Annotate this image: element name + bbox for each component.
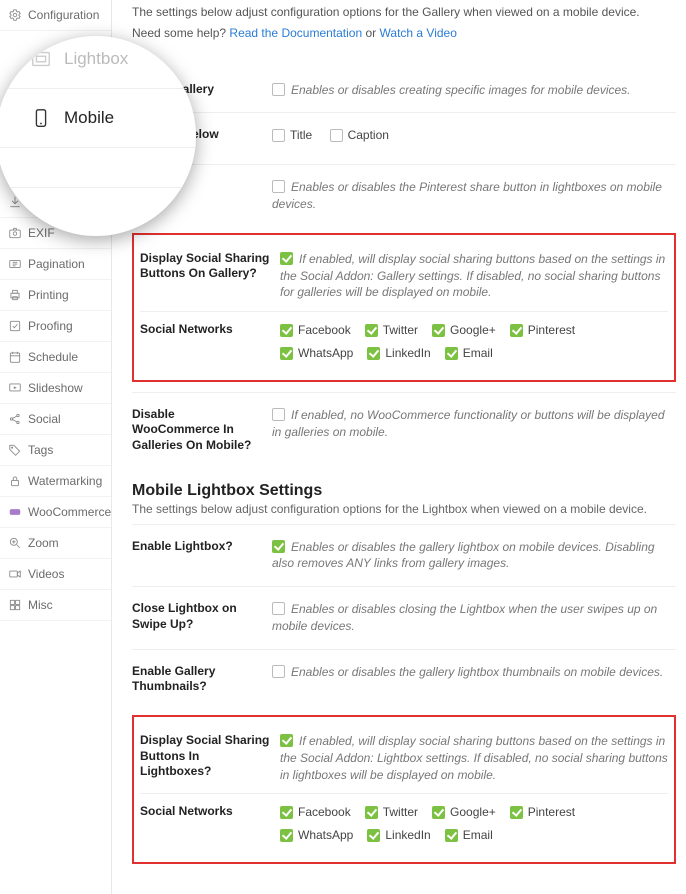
checkbox-mobile-gallery[interactable] bbox=[272, 83, 285, 96]
sidebar-item-pagination[interactable]: Pagination bbox=[0, 249, 111, 280]
proofing-icon bbox=[8, 319, 22, 333]
label-social-lightbox: Display Social Sharing Buttons In Lightb… bbox=[140, 733, 280, 783]
calendar-icon bbox=[8, 350, 22, 364]
checkbox-social-gallery[interactable] bbox=[280, 252, 293, 265]
checkbox-social-lightbox[interactable] bbox=[280, 734, 293, 747]
checkbox-facebook[interactable] bbox=[280, 806, 293, 819]
row-mobile-gallery: Mobile Gallery Enables or disables creat… bbox=[132, 68, 676, 113]
network-twitter[interactable]: Twitter bbox=[365, 322, 418, 339]
sidebar-item-tags[interactable]: Tags bbox=[0, 435, 111, 466]
slideshow-icon bbox=[8, 381, 22, 395]
checkbox-twitter[interactable] bbox=[365, 324, 378, 337]
checkbox-caption[interactable] bbox=[330, 129, 343, 142]
checkbox-enable-lightbox[interactable] bbox=[272, 540, 285, 553]
sidebar-item-printing[interactable]: Printing bbox=[0, 280, 111, 311]
label-social-gallery: Display Social Sharing Buttons On Galler… bbox=[140, 251, 280, 301]
settings-main: The settings below adjust configuration … bbox=[112, 0, 686, 894]
label-enable-lightbox: Enable Lightbox? bbox=[132, 539, 272, 573]
row-social-lightbox: Display Social Sharing Buttons In Lightb… bbox=[140, 723, 668, 793]
sidebar-item-videos[interactable]: Videos bbox=[0, 559, 111, 590]
checkbox-twitter[interactable] bbox=[365, 806, 378, 819]
row-enable-lightbox: Enable Lightbox? Enables or disables the… bbox=[132, 524, 676, 587]
sidebar-item-social[interactable]: Social bbox=[0, 404, 111, 435]
checkbox-facebook[interactable] bbox=[280, 324, 293, 337]
highlighted-lightbox-social: Display Social Sharing Buttons In Lightb… bbox=[132, 715, 676, 864]
row-close-swipe: Close Lightbox on Swipe Up? Enables or d… bbox=[132, 586, 676, 649]
label-social-networks-2: Social Networks bbox=[140, 804, 280, 850]
video-icon bbox=[8, 567, 22, 581]
sidebar-item-woocommerce[interactable]: WooCommerce bbox=[0, 497, 111, 528]
row-disable-woo: Disable WooCommerce In Galleries On Mobi… bbox=[132, 392, 676, 468]
network-whatsapp[interactable]: WhatsApp bbox=[280, 827, 353, 844]
woocommerce-icon bbox=[8, 505, 22, 519]
magnifier-callout: Lightbox Mobile bbox=[0, 36, 196, 236]
checkbox-whatsapp[interactable] bbox=[280, 829, 293, 842]
sidebar-item-schedule[interactable]: Schedule bbox=[0, 342, 111, 373]
checkbox-linkedin[interactable] bbox=[367, 829, 380, 842]
sidebar-item-slideshow[interactable]: Slideshow bbox=[0, 373, 111, 404]
row-pinterest: interest? Enables or disables the Pinter… bbox=[132, 164, 676, 227]
network-pinterest[interactable]: Pinterest bbox=[510, 804, 575, 821]
gear-icon bbox=[8, 8, 22, 22]
checkbox-title[interactable] bbox=[272, 129, 285, 142]
printer-icon bbox=[8, 288, 22, 302]
misc-icon bbox=[8, 598, 22, 612]
checkbox-pinterest[interactable] bbox=[510, 324, 523, 337]
highlighted-gallery-social: Display Social Sharing Buttons On Galler… bbox=[132, 233, 676, 382]
row-caption-below: /Caption Below Title Caption bbox=[132, 112, 676, 164]
checkbox-linkedin[interactable] bbox=[367, 347, 380, 360]
checkbox-email[interactable] bbox=[445, 829, 458, 842]
checkbox-pinterest[interactable] bbox=[510, 806, 523, 819]
lock-icon bbox=[8, 474, 22, 488]
sidebar-item-watermarking[interactable]: Watermarking bbox=[0, 466, 111, 497]
section-heading-lightbox: Mobile Lightbox Settings bbox=[132, 482, 676, 500]
checkbox-googleplus[interactable] bbox=[432, 324, 445, 337]
read-documentation-link[interactable]: Read the Documentation bbox=[229, 26, 362, 40]
network-facebook[interactable]: Facebook bbox=[280, 804, 351, 821]
row-social-networks-lightbox: Social Networks Facebook Twitter Google+ Pi… bbox=[140, 793, 668, 860]
network-twitter[interactable]: Twitter bbox=[365, 804, 418, 821]
label-enable-thumbs: Enable Gallery Thumbnails? bbox=[132, 664, 272, 695]
tag-icon bbox=[8, 443, 22, 457]
zoom-icon bbox=[8, 536, 22, 550]
intro-text: The settings below adjust configuration … bbox=[132, 4, 676, 21]
label-social-networks: Social Networks bbox=[140, 322, 280, 368]
mobile-icon bbox=[30, 107, 52, 129]
share-icon bbox=[8, 412, 22, 426]
label-disable-woo: Disable WooCommerce In Galleries On Mobi… bbox=[132, 407, 272, 454]
label-close-swipe: Close Lightbox on Swipe Up? bbox=[132, 601, 272, 635]
network-facebook[interactable]: Facebook bbox=[280, 322, 351, 339]
intro-help: Need some help? Read the Documentation o… bbox=[132, 25, 676, 42]
camera-icon bbox=[8, 226, 22, 240]
watch-video-link[interactable]: Watch a Video bbox=[380, 26, 457, 40]
row-social-gallery: Display Social Sharing Buttons On Galler… bbox=[140, 241, 668, 311]
checkbox-close-swipe[interactable] bbox=[272, 602, 285, 615]
pagination-icon bbox=[8, 257, 22, 271]
network-linkedin[interactable]: LinkedIn bbox=[367, 345, 430, 362]
checkbox-pinterest[interactable] bbox=[272, 180, 285, 193]
network-whatsapp[interactable]: WhatsApp bbox=[280, 345, 353, 362]
checkbox-googleplus[interactable] bbox=[432, 806, 445, 819]
network-email[interactable]: Email bbox=[445, 345, 493, 362]
sidebar-item-configuration[interactable]: Configuration bbox=[0, 0, 111, 31]
sidebar-item-zoom[interactable]: Zoom bbox=[0, 528, 111, 559]
network-linkedin[interactable]: LinkedIn bbox=[367, 827, 430, 844]
checkbox-email[interactable] bbox=[445, 347, 458, 360]
section-sub-lightbox: The settings below adjust configuration … bbox=[132, 502, 676, 516]
network-googleplus[interactable]: Google+ bbox=[432, 322, 496, 339]
network-googleplus[interactable]: Google+ bbox=[432, 804, 496, 821]
network-email[interactable]: Email bbox=[445, 827, 493, 844]
checkbox-whatsapp[interactable] bbox=[280, 347, 293, 360]
checkbox-disable-woo[interactable] bbox=[272, 408, 285, 421]
network-pinterest[interactable]: Pinterest bbox=[510, 322, 575, 339]
row-social-networks-gallery: Social Networks Facebook Twitter Google+ Pi… bbox=[140, 311, 668, 378]
row-enable-thumbs: Enable Gallery Thumbnails? Enables or di… bbox=[132, 649, 676, 709]
checkbox-enable-thumbs[interactable] bbox=[272, 665, 285, 678]
sidebar-item-misc[interactable]: Misc bbox=[0, 590, 111, 621]
lightbox-icon bbox=[30, 48, 52, 70]
sidebar-item-proofing[interactable]: Proofing bbox=[0, 311, 111, 342]
sidebar-item-lightbox[interactable]: Lightbox bbox=[0, 36, 196, 89]
sidebar-item-mobile[interactable]: Mobile bbox=[0, 89, 196, 148]
